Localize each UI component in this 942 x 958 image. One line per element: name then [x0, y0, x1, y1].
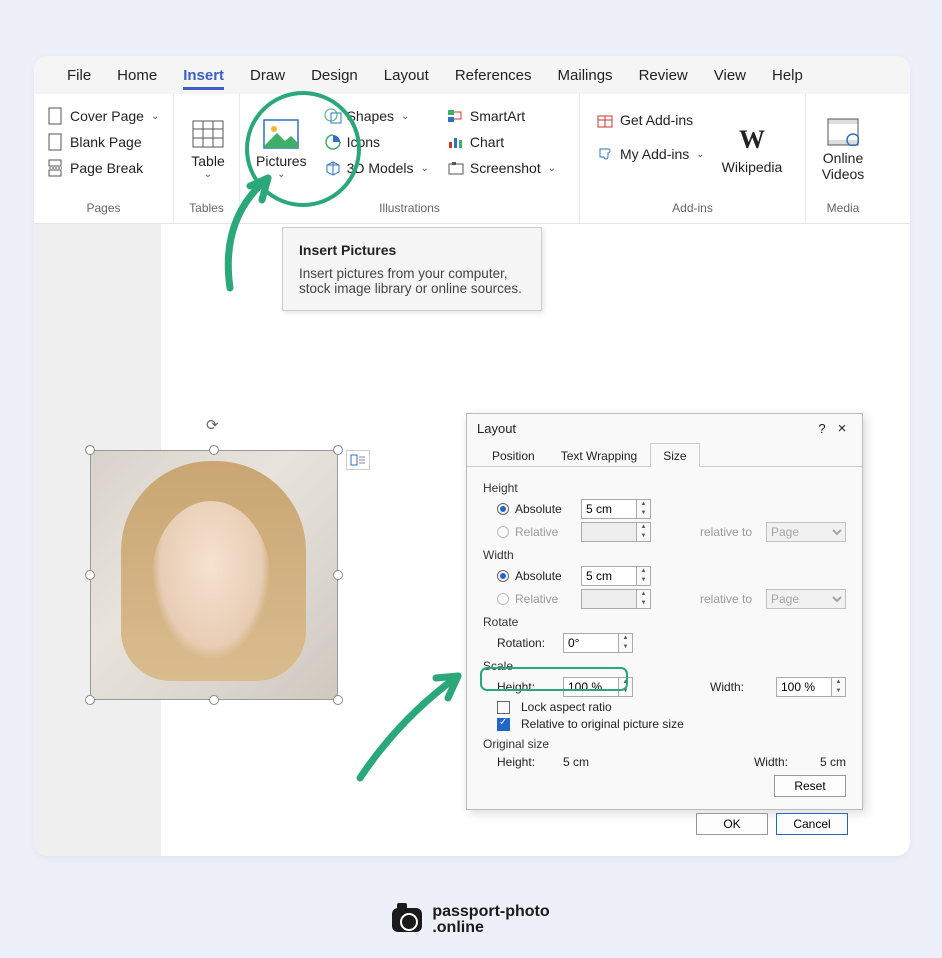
resize-handle[interactable]	[85, 695, 95, 705]
original-size-label: Original size	[483, 737, 846, 751]
scale-section-label: Scale	[483, 659, 846, 673]
tab-references[interactable]: References	[442, 59, 545, 92]
layout-dialog: Layout ? × Position Text Wrapping Size H…	[466, 413, 863, 810]
tab-review[interactable]: Review	[626, 59, 701, 92]
3d-models-button[interactable]: 3D Models⌄	[319, 156, 434, 180]
insert-pictures-tooltip: Insert Pictures Insert pictures from you…	[282, 227, 542, 311]
close-icon[interactable]: ×	[832, 420, 852, 437]
shapes-button[interactable]: Shapes⌄	[319, 104, 434, 128]
tab-insert[interactable]: Insert	[170, 59, 237, 92]
shapes-icon	[324, 107, 342, 125]
resize-handle[interactable]	[333, 445, 343, 455]
height-relative-to-select: Page	[766, 522, 846, 542]
icons-icon	[324, 133, 342, 151]
width-absolute-input[interactable]	[581, 566, 637, 586]
wikipedia-button[interactable]: W Wikipedia	[714, 100, 791, 197]
tab-help[interactable]: Help	[759, 59, 816, 92]
height-absolute-radio[interactable]	[497, 503, 509, 515]
group-label-illustrations: Illustrations	[248, 197, 571, 219]
tab-draw[interactable]: Draw	[237, 59, 298, 92]
video-icon	[823, 115, 863, 149]
selected-image[interactable]: ⟳	[90, 450, 338, 700]
scale-width-input[interactable]	[776, 677, 832, 697]
tooltip-title: Insert Pictures	[299, 242, 525, 258]
my-addins-button[interactable]: My Add-ins⌄	[592, 142, 710, 166]
tab-file[interactable]: File	[54, 59, 104, 92]
height-absolute-input[interactable]	[581, 499, 637, 519]
pictures-icon	[261, 117, 301, 151]
chart-icon	[447, 133, 465, 151]
puzzle-icon	[597, 145, 615, 163]
passport-photo-placeholder	[90, 450, 338, 700]
blank-page-icon	[47, 133, 65, 151]
page-icon	[47, 107, 65, 125]
height-relative-radio[interactable]	[497, 526, 509, 538]
ribbon: Cover Page⌄ Blank Page Page Break Pages …	[34, 94, 910, 224]
help-icon[interactable]: ?	[812, 421, 832, 436]
rotation-input[interactable]	[563, 633, 619, 653]
tab-design[interactable]: Design	[298, 59, 371, 92]
resize-handle[interactable]	[333, 570, 343, 580]
rotate-section-label: Rotate	[483, 615, 846, 629]
chart-button[interactable]: Chart	[442, 130, 561, 154]
dialog-tab-position[interactable]: Position	[479, 443, 548, 467]
resize-handle[interactable]	[209, 695, 219, 705]
resize-handle[interactable]	[85, 445, 95, 455]
width-section-label: Width	[483, 548, 846, 562]
dialog-tab-size[interactable]: Size	[650, 443, 699, 467]
camera-icon	[392, 908, 422, 932]
width-relative-to-select: Page	[766, 589, 846, 609]
width-absolute-radio[interactable]	[497, 570, 509, 582]
store-icon	[597, 111, 615, 129]
reset-button[interactable]: Reset	[774, 775, 846, 797]
table-icon	[188, 117, 228, 151]
brand-footer: passport-photo .online	[0, 904, 942, 936]
rotate-handle[interactable]: ⟳	[206, 416, 219, 434]
scale-height-input[interactable]	[563, 677, 619, 697]
dialog-tab-textwrapping[interactable]: Text Wrapping	[548, 443, 650, 467]
layout-options-icon[interactable]	[346, 450, 370, 470]
dialog-title: Layout	[477, 421, 812, 436]
page-break-button[interactable]: Page Break	[42, 156, 165, 180]
width-relative-radio[interactable]	[497, 593, 509, 605]
width-relative-input	[581, 589, 637, 609]
online-videos-button[interactable]: Online Videos	[814, 100, 872, 197]
wikipedia-icon: W	[732, 123, 772, 157]
height-section-label: Height	[483, 481, 846, 495]
tab-view[interactable]: View	[701, 59, 759, 92]
blank-page-button[interactable]: Blank Page	[42, 130, 165, 154]
relative-original-checkbox[interactable]	[497, 718, 510, 731]
tab-mailings[interactable]: Mailings	[545, 59, 626, 92]
resize-handle[interactable]	[333, 695, 343, 705]
group-label-addins: Add-ins	[588, 197, 797, 219]
resize-handle[interactable]	[85, 570, 95, 580]
ribbon-tabs: File Home Insert Draw Design Layout Refe…	[34, 56, 910, 94]
table-button[interactable]: Table⌄	[182, 100, 234, 197]
group-label-media: Media	[814, 197, 872, 219]
height-relative-input	[581, 522, 637, 542]
ok-button[interactable]: OK	[696, 813, 768, 835]
smartart-icon	[447, 107, 465, 125]
cover-page-button[interactable]: Cover Page⌄	[42, 104, 165, 128]
smartart-button[interactable]: SmartArt	[442, 104, 561, 128]
lock-aspect-ratio-checkbox[interactable]	[497, 701, 510, 714]
pictures-button[interactable]: Pictures⌄	[248, 100, 315, 197]
group-label-tables: Tables	[182, 197, 231, 219]
tab-layout[interactable]: Layout	[371, 59, 442, 92]
tooltip-body: Insert pictures from your computer, stoc…	[299, 266, 525, 296]
screenshot-icon	[447, 159, 465, 177]
group-label-pages: Pages	[42, 197, 165, 219]
get-addins-button[interactable]: Get Add-ins	[592, 108, 710, 132]
resize-handle[interactable]	[209, 445, 219, 455]
page-break-icon	[47, 159, 65, 177]
tab-home[interactable]: Home	[104, 59, 170, 92]
screenshot-button[interactable]: Screenshot⌄	[442, 156, 561, 180]
icons-button[interactable]: Icons	[319, 130, 434, 154]
cancel-button[interactable]: Cancel	[776, 813, 848, 835]
cube-icon	[324, 159, 342, 177]
